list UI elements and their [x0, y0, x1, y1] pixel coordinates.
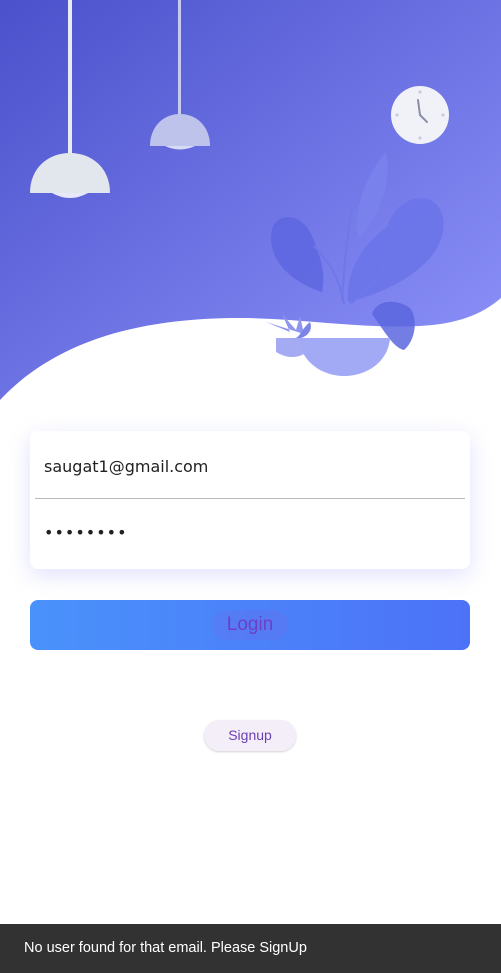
email-field[interactable]: [35, 435, 465, 499]
password-field[interactable]: [35, 500, 465, 564]
signup-button[interactable]: Signup: [204, 720, 296, 751]
hero-illustration: [0, 0, 501, 400]
snackbar-message: No user found for that email. Please Sig…: [24, 940, 307, 956]
login-card: [30, 431, 470, 569]
snackbar: No user found for that email. Please Sig…: [0, 924, 501, 973]
login-button-label[interactable]: Login: [212, 610, 288, 640]
wall-clock-icon: [391, 86, 449, 144]
